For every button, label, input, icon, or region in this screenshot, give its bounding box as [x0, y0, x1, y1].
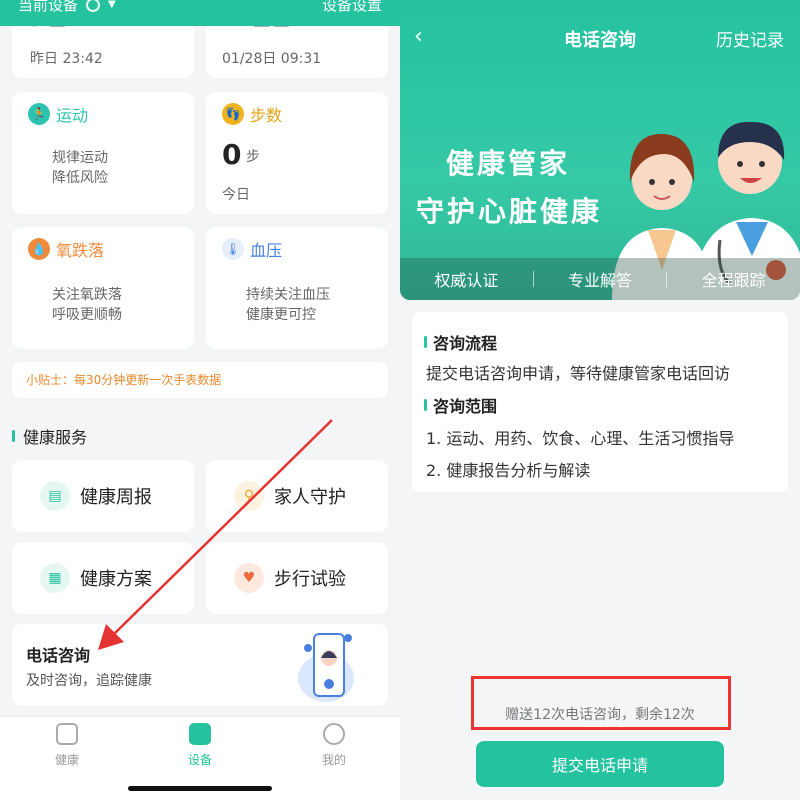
scope-heading-text: 咨询范围: [433, 397, 498, 416]
watch-face-icon: [189, 723, 211, 745]
current-device-label: 当前设备: [18, 0, 79, 14]
hero-banner: ‹ 电话咨询 历史记录 健康管家 守护心脏健康 权威认证 专业解答 全程跟踪: [400, 0, 800, 300]
service-label: 健康方案: [80, 569, 152, 590]
home-indicator: [128, 786, 272, 791]
feature-professional: 专业解答: [568, 271, 633, 290]
heart-icon: ♥: [234, 563, 264, 593]
steps-value: 0: [222, 138, 242, 171]
service-weekly-report[interactable]: ▤ 健康周报: [12, 460, 194, 532]
blood-pressure-card[interactable]: 🌡 血压 持续关注血压 健康更可控: [206, 227, 388, 349]
exercise-desc: 规律运动 降低风险: [52, 148, 108, 188]
device-settings-link[interactable]: 设备设置: [322, 0, 382, 15]
steps-card[interactable]: 👣 步数 0 步 今日: [206, 92, 388, 214]
process-text: 提交电话咨询申请，等待健康管家电话回访: [426, 364, 731, 383]
drop-icon: 💧: [28, 238, 50, 260]
device-page: 72 昨日 23:42 22 01/28日 09:31 当前设备 ▼ 设备设置 …: [0, 0, 400, 800]
caret-down-icon: ▼: [108, 0, 116, 10]
consult-info-card: 咨询流程 提交电话咨询申请，等待健康管家电话回访 咨询范围 1. 运动、用药、饮…: [412, 312, 788, 492]
section-title: 健康服务: [12, 424, 87, 448]
tab-health[interactable]: 健康: [37, 723, 97, 768]
bp-label: 血压: [250, 241, 283, 260]
scope-heading: 咨询范围: [424, 393, 497, 417]
phone-consult-subtitle: 及时咨询，追踪健康: [26, 673, 152, 689]
bp-desc: 持续关注血压 健康更可控: [246, 285, 330, 325]
process-heading-text: 咨询流程: [433, 334, 498, 353]
tip-banner: 小贴士：每30分钟更新一次手表数据: [12, 362, 388, 398]
phone-consult-title: 电话咨询: [26, 646, 91, 665]
service-label: 步行试验: [274, 569, 346, 590]
desc-line: 健康更可控: [246, 307, 316, 323]
current-device-selector[interactable]: 当前设备 ▼: [18, 0, 116, 15]
feature-tracking: 全程跟踪: [701, 271, 766, 290]
scope-item-1: 1. 运动、用药、饮食、心理、生活习惯指导: [426, 429, 735, 448]
section-bar-icon: [424, 399, 427, 411]
metric-time: 昨日 23:42: [30, 51, 103, 67]
service-label: 家人守护: [274, 487, 346, 508]
highlight-box: [471, 676, 731, 730]
oxygen-label: 氧跌落: [56, 241, 105, 260]
desc-line: 呼吸更顺畅: [52, 307, 122, 323]
desc-line: 降低风险: [52, 170, 108, 186]
service-label: 健康周报: [80, 487, 152, 508]
bp-title: 🌡 血压: [222, 237, 282, 261]
thermometer-icon: 🌡: [222, 238, 244, 260]
tab-label: 健康: [54, 753, 79, 767]
top-header: 当前设备 ▼ 设备设置: [0, 0, 400, 26]
exercise-card[interactable]: 🏃 运动 规律运动 降低风险: [12, 92, 194, 214]
process-heading: 咨询流程: [424, 330, 497, 354]
desc-line: 规律运动: [52, 150, 108, 166]
feature-strip: 权威认证 专业解答 全程跟踪: [400, 258, 800, 300]
family-icon: ⚲: [234, 481, 264, 511]
feature-authority: 权威认证: [434, 271, 499, 290]
section-title-text: 健康服务: [23, 428, 88, 447]
tab-label: 设备: [187, 753, 212, 767]
oxygen-title: 💧 氧跌落: [28, 237, 104, 261]
section-bar-icon: [12, 430, 15, 442]
plan-icon: ▦: [40, 563, 70, 593]
banner-slogan-1: 健康管家: [446, 147, 571, 180]
report-icon: ▤: [40, 481, 70, 511]
service-health-plan[interactable]: ▦ 健康方案: [12, 542, 194, 614]
tab-device[interactable]: 设备: [170, 723, 230, 768]
steps-sub: 今日: [222, 187, 250, 203]
running-icon: 🏃: [28, 103, 50, 125]
tab-label: 我的: [321, 753, 346, 767]
steps-unit: 步: [246, 149, 260, 165]
scope-item-2: 2. 健康报告分析与解读: [426, 461, 591, 480]
exercise-title: 🏃 运动: [28, 102, 88, 126]
phone-consult-card[interactable]: 电话咨询 及时咨询，追踪健康: [12, 624, 388, 706]
tab-mine[interactable]: 我的: [304, 723, 364, 768]
exercise-label: 运动: [56, 106, 89, 125]
phone-illustration-icon: [298, 633, 354, 702]
phone-consult-page: ‹ 电话咨询 历史记录 健康管家 守护心脏健康 权威认证 专业解答 全程跟踪 咨…: [400, 0, 800, 800]
history-link[interactable]: 历史记录: [716, 26, 784, 51]
metric-time: 01/28日 09:31: [222, 51, 322, 67]
steps-title: 👣 步数: [222, 102, 282, 126]
service-walk-test[interactable]: ♥ 步行试验: [206, 542, 388, 614]
banner-slogan-2: 守护心脏健康: [416, 195, 603, 228]
service-family-guard[interactable]: ⚲ 家人守护: [206, 460, 388, 532]
briefcase-icon: [56, 723, 78, 745]
footprint-icon: 👣: [222, 103, 244, 125]
desc-line: 持续关注血压: [246, 287, 330, 303]
oxygen-desc: 关注氧跌落 呼吸更顺畅: [52, 285, 122, 325]
steps-label: 步数: [250, 106, 283, 125]
user-icon: [323, 723, 345, 745]
desc-line: 关注氧跌落: [52, 287, 122, 303]
submit-phone-request-button[interactable]: 提交电话申请: [476, 741, 724, 787]
section-bar-icon: [424, 336, 427, 348]
oxygen-drop-card[interactable]: 💧 氧跌落 关注氧跌落 呼吸更顺畅: [12, 227, 194, 349]
watch-icon: [86, 0, 101, 12]
